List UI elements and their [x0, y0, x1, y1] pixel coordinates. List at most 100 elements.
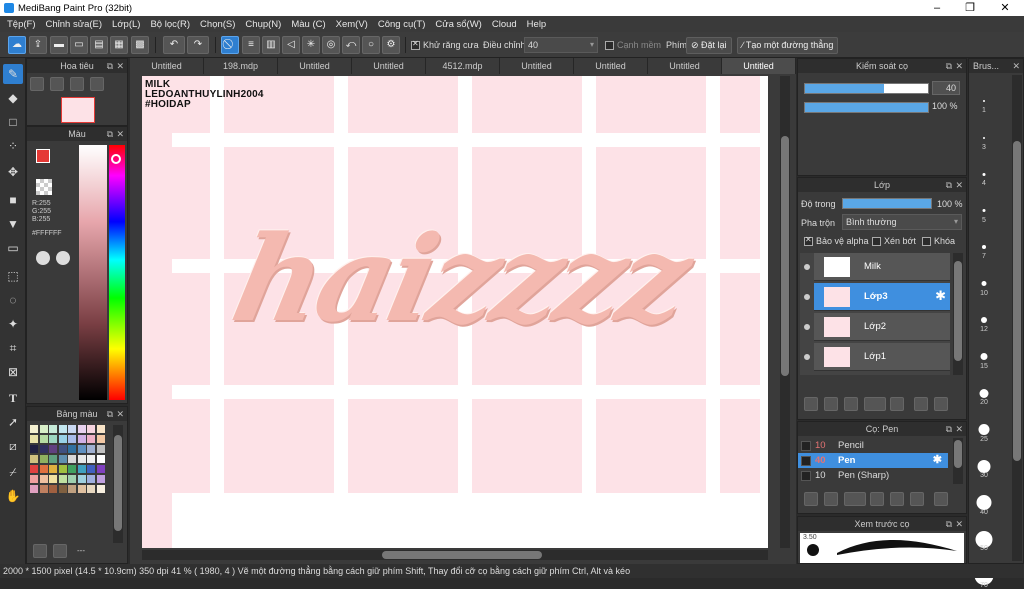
close-button[interactable]: ✕: [988, 0, 1022, 16]
brush-size-dot[interactable]: [979, 388, 989, 398]
tab-untitled-5[interactable]: Untitled: [574, 58, 648, 74]
tab-untitled-6[interactable]: Untitled: [648, 58, 722, 74]
palette-swatch[interactable]: [58, 455, 67, 463]
move-tool-icon[interactable]: ✥: [3, 162, 23, 182]
brush-size-dot[interactable]: [982, 172, 986, 176]
clipping-checkbox[interactable]: Xén bớt: [872, 236, 916, 247]
zoom-in-icon[interactable]: [30, 77, 44, 91]
palette-swatch[interactable]: [49, 445, 57, 453]
palette-swatch[interactable]: [39, 425, 48, 433]
menu-color[interactable]: Màu (C): [291, 19, 325, 30]
palette-swatches[interactable]: [30, 425, 108, 525]
palette-swatch[interactable]: [30, 425, 38, 433]
fit-icon[interactable]: [70, 77, 84, 91]
drawing-canvas[interactable]: MILK LEDOANTHUYLINH2004 #HOIDAP haizzzz: [142, 76, 768, 548]
dot-tool-icon[interactable]: ⁘: [3, 136, 23, 156]
brush-list-scroll-thumb[interactable]: [954, 440, 962, 468]
palette-swatch[interactable]: [30, 465, 38, 473]
document-icon[interactable]: ▤: [90, 36, 108, 54]
blend-combo[interactable]: Bình thường ▾: [842, 214, 962, 230]
visibility-eye-icon[interactable]: [802, 262, 812, 272]
duplicate-layer-icon[interactable]: [914, 397, 928, 411]
brush-tool-icon[interactable]: ✎: [3, 64, 23, 84]
eraser-tool-icon[interactable]: ◆: [3, 88, 23, 108]
brush-size-dot[interactable]: [978, 424, 990, 435]
menu-filter[interactable]: Bộ lọc(R): [150, 19, 190, 30]
circle-snap-icon[interactable]: ◎: [322, 36, 340, 54]
zoom-in-alt-icon[interactable]: [50, 77, 64, 91]
brush-size-dot[interactable]: [981, 281, 987, 286]
palette-swatch[interactable]: [49, 455, 57, 463]
palette-swatch[interactable]: [77, 435, 86, 443]
float-icon[interactable]: ⧉: [946, 422, 952, 436]
gradient-tool-icon[interactable]: ▭: [3, 238, 23, 258]
brush-size-slider[interactable]: [804, 83, 929, 94]
gear-icon[interactable]: ✱: [935, 288, 946, 304]
palette-swatch[interactable]: [49, 485, 57, 493]
hue-handle[interactable]: [111, 154, 121, 164]
close-icon[interactable]: ✕: [955, 59, 963, 73]
palette-swatch[interactable]: [39, 485, 48, 493]
layer-row-lop2[interactable]: Lớp2: [814, 313, 950, 341]
palette-swatch[interactable]: [39, 465, 48, 473]
palette-swatch[interactable]: [58, 465, 67, 473]
palette-swatch[interactable]: [68, 475, 76, 483]
close-icon[interactable]: ✕: [955, 422, 963, 436]
delete-palette-icon[interactable]: [53, 544, 67, 558]
parallel-snap-icon[interactable]: ≡: [242, 36, 260, 54]
palette-scroll-thumb[interactable]: [114, 435, 122, 531]
close-icon[interactable]: ✕: [116, 59, 124, 73]
menu-cloud[interactable]: Cloud: [492, 19, 517, 30]
minimize-button[interactable]: –: [920, 0, 954, 16]
float-icon[interactable]: ⧉: [946, 59, 952, 73]
antialias-checkbox[interactable]: Khử răng cưa: [411, 39, 479, 51]
visibility-eye-icon[interactable]: [802, 352, 812, 362]
layer-row-lop1[interactable]: Lớp1: [814, 343, 950, 371]
menu-file[interactable]: Tệp(F): [7, 19, 36, 30]
divide-tool-icon[interactable]: ⧄: [3, 436, 23, 456]
palette-swatch[interactable]: [30, 485, 38, 493]
import-brush-icon[interactable]: [910, 492, 924, 506]
merge-layer-icon[interactable]: [934, 397, 948, 411]
palette-swatch[interactable]: [58, 475, 67, 483]
transparent-color[interactable]: [36, 179, 52, 195]
palette-swatch[interactable]: [58, 445, 67, 453]
new-layer-icon[interactable]: [804, 397, 818, 411]
palette-swatch[interactable]: [77, 445, 86, 453]
text-tool-icon[interactable]: T: [3, 388, 23, 408]
select-pen-tool-icon[interactable]: ⌗: [3, 338, 23, 358]
brush-size-dot[interactable]: [982, 245, 986, 249]
close-icon[interactable]: ✕: [116, 407, 124, 421]
palette-swatch[interactable]: [87, 435, 95, 443]
close-icon[interactable]: ✕: [955, 178, 963, 192]
snap-off-icon[interactable]: ⃠: [221, 36, 239, 54]
palette-swatch[interactable]: [68, 445, 76, 453]
palette-swatch[interactable]: [58, 425, 67, 433]
maximize-button[interactable]: ❐: [953, 0, 987, 16]
layer-row-lop3[interactable]: Lớp3 ✱: [814, 283, 950, 311]
palette-icon[interactable]: [36, 251, 50, 265]
canvas-hscroll-thumb[interactable]: [382, 551, 542, 559]
palette-swatch[interactable]: [30, 455, 38, 463]
cloud-icon[interactable]: ☁: [8, 36, 26, 54]
brush-size-dot[interactable]: [980, 353, 988, 360]
palette-swatch[interactable]: [96, 465, 105, 473]
layer-scroll-thumb[interactable]: [954, 261, 962, 361]
brush-size-scroll-thumb[interactable]: [1013, 141, 1021, 461]
brush-size-dot[interactable]: [977, 459, 991, 473]
palette-swatch[interactable]: [68, 435, 76, 443]
rectangle-tool-icon[interactable]: □: [3, 112, 23, 132]
vanish-snap-icon[interactable]: ◁: [282, 36, 300, 54]
copy-brush-icon[interactable]: [870, 492, 884, 506]
delete-brush-icon[interactable]: [934, 492, 948, 506]
bucket-tool-icon[interactable]: ▼: [3, 214, 23, 234]
tab-untitled-2[interactable]: Untitled: [278, 58, 352, 74]
palette-swatch[interactable]: [96, 475, 105, 483]
palette-swatch[interactable]: [39, 445, 48, 453]
magic-wand-tool-icon[interactable]: ✦: [3, 314, 23, 334]
palette-swatch[interactable]: [49, 465, 57, 473]
palette-swatch[interactable]: [96, 485, 105, 493]
menu-help[interactable]: Help: [527, 19, 547, 30]
palette-swatch[interactable]: [77, 455, 86, 463]
brush-size-dot[interactable]: [982, 209, 986, 212]
